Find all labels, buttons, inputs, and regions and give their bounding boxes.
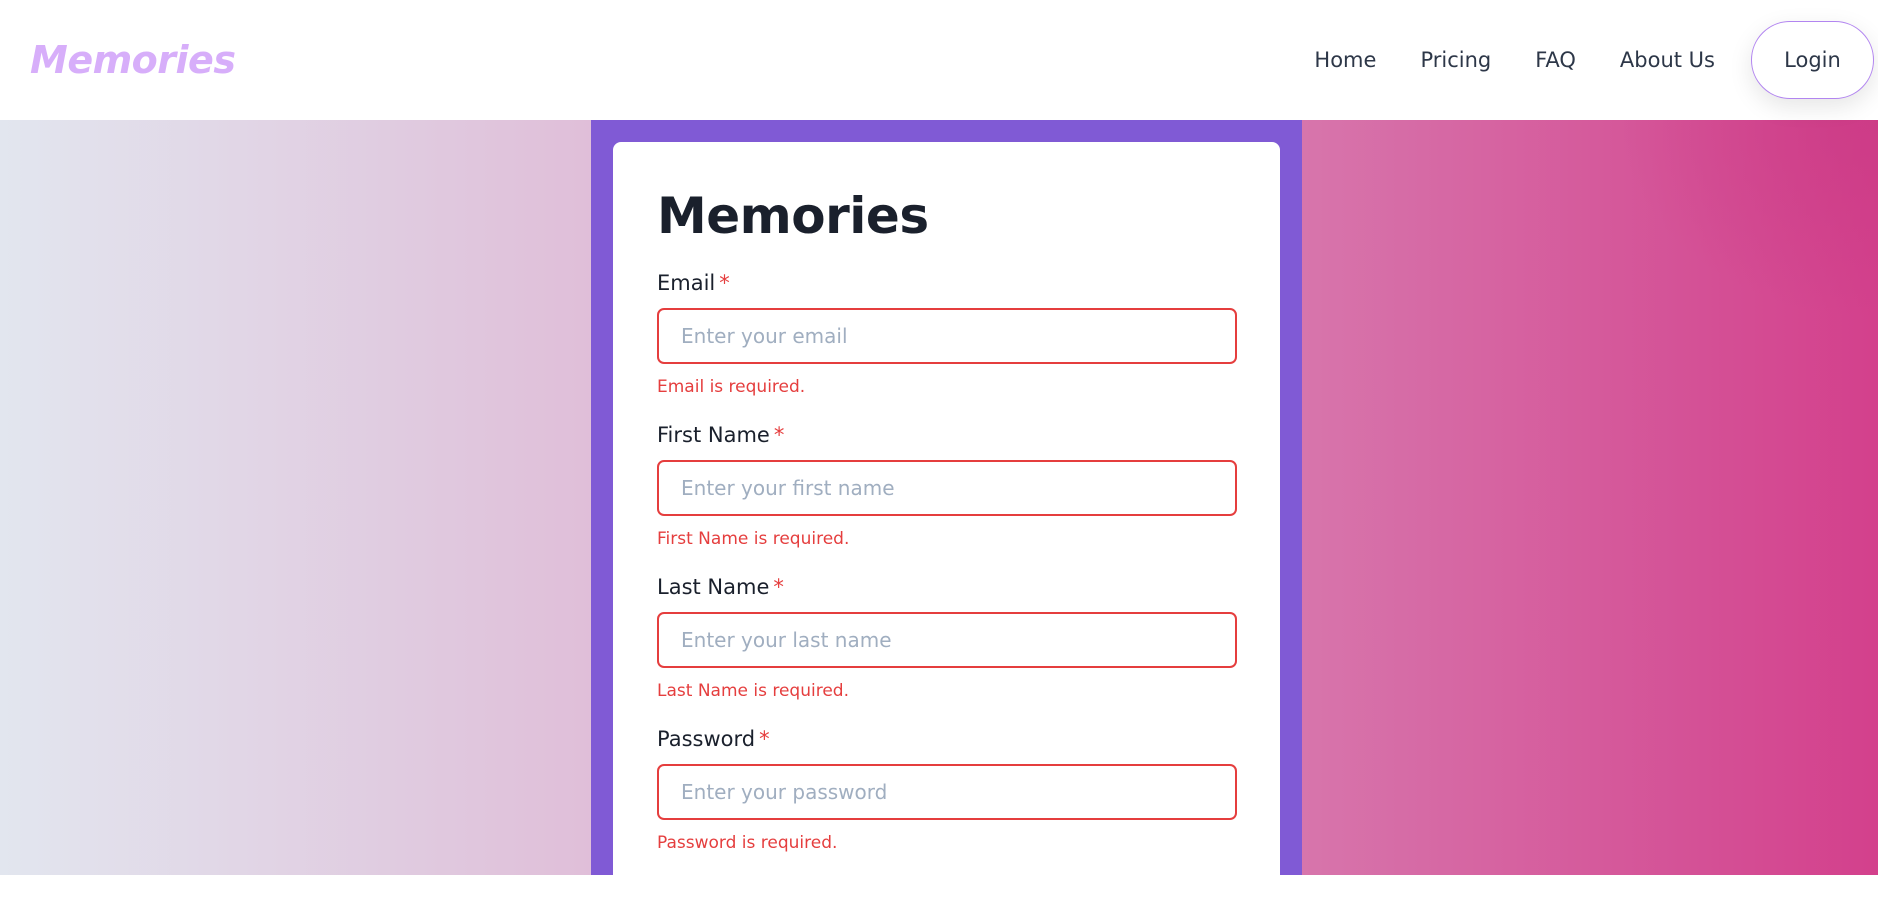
- email-input[interactable]: [657, 308, 1237, 364]
- first-name-label: First Name *: [657, 423, 785, 447]
- required-marker: *: [773, 575, 784, 599]
- required-marker: *: [759, 727, 770, 751]
- email-label: Email *: [657, 271, 730, 295]
- password-field-group: Password * Password is required.: [657, 726, 1237, 854]
- nav-pricing-link[interactable]: Pricing: [1420, 48, 1491, 72]
- last-name-field-group: Last Name* Last Name is required.: [657, 574, 1237, 702]
- nav-faq-link[interactable]: FAQ: [1535, 48, 1576, 72]
- first-name-error: First Name is required.: [657, 529, 850, 549]
- password-label: Password *: [657, 727, 770, 751]
- form-title: Memories: [657, 187, 929, 245]
- login-button[interactable]: Login: [1751, 21, 1874, 99]
- required-marker: *: [773, 423, 785, 447]
- first-name-field-group: First Name* First Name is required.: [657, 422, 1237, 550]
- brand-logo[interactable]: Memories: [30, 38, 236, 82]
- password-error: Password is required.: [657, 833, 838, 853]
- email-field-group: Email* Email is required.: [657, 270, 1237, 398]
- main-nav: Home Pricing FAQ About Us Login: [1314, 21, 1874, 99]
- last-name-error: Last Name is required.: [657, 681, 849, 701]
- last-name-label: Last Name *: [657, 575, 784, 599]
- form-panel: Memories Email* Email is required. First…: [591, 120, 1302, 902]
- signup-card: Memories Email* Email is required. First…: [613, 142, 1280, 902]
- password-input[interactable]: [657, 764, 1237, 820]
- top-navbar: Memories Home Pricing FAQ About Us Login: [0, 0, 1878, 120]
- email-error: Email is required.: [657, 377, 806, 397]
- first-name-input[interactable]: [657, 460, 1237, 516]
- required-marker: *: [719, 271, 730, 295]
- nav-about-link[interactable]: About Us: [1620, 48, 1715, 72]
- nav-home-link[interactable]: Home: [1314, 48, 1376, 72]
- last-name-input[interactable]: [657, 612, 1237, 668]
- hero-background: Memories Email* Email is required. First…: [0, 120, 1878, 902]
